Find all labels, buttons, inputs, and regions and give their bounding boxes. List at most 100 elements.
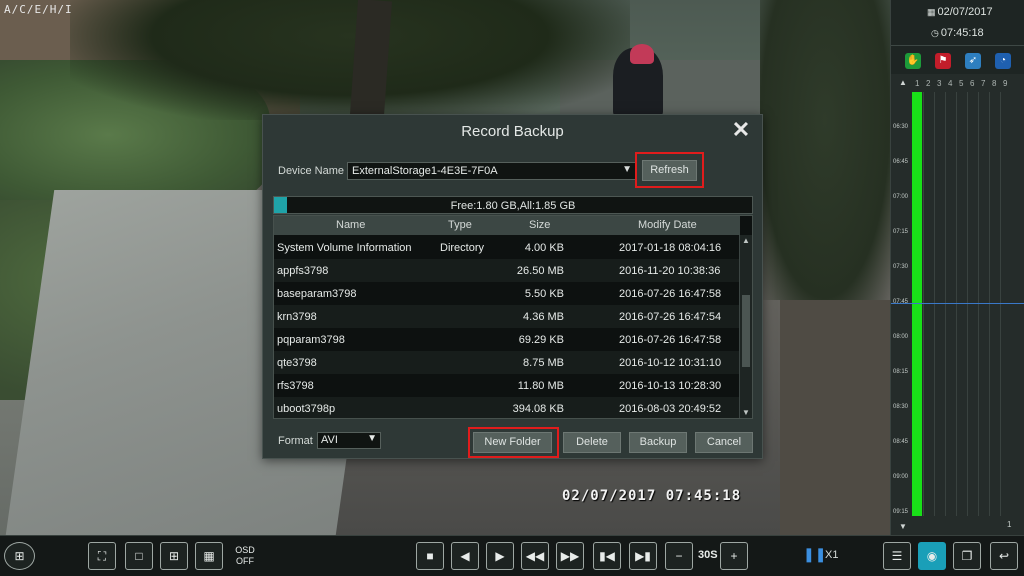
channel-track[interactable]	[956, 92, 967, 516]
time-tick: 08:15	[893, 369, 909, 375]
channel-number: 5	[959, 79, 964, 88]
next-frame-icon[interactable]: ▶▮	[629, 542, 657, 570]
file-row[interactable]: appfs3798 26.50 MB 2016-11-20 10:38:36	[274, 259, 740, 282]
list-icon[interactable]: ☰	[883, 542, 911, 570]
panel-divider	[891, 45, 1024, 46]
column-header-date[interactable]: Modify Date	[638, 219, 697, 231]
file-table-header: Name Type Size Modify Date	[274, 216, 740, 235]
pause-icon[interactable]: ❚❚	[803, 546, 826, 563]
channel-number: 1	[915, 79, 920, 88]
channel-track[interactable]	[978, 92, 989, 516]
new-folder-button[interactable]: New Folder	[473, 432, 552, 453]
channel-track[interactable]	[934, 92, 945, 516]
file-row[interactable]: pqparam3798 69.29 KB 2016-07-26 16:47:58	[274, 328, 740, 351]
capacity-text: Free:1.80 GB,All:1.85 GB	[450, 200, 576, 212]
delete-button[interactable]: Delete	[563, 432, 621, 453]
schedule-record-icon[interactable]: ◔	[995, 53, 1011, 69]
layout-4-icon[interactable]: ⊞	[160, 542, 188, 570]
time-tick: 09:00	[893, 474, 909, 480]
channel-number: 4	[948, 79, 953, 88]
capacity-bar: Free:1.80 GB,All:1.85 GB	[273, 196, 753, 214]
timeline[interactable]: ▲ 123456789 06:30 06:45 07:00 07:15 07:30 07:…	[891, 74, 1024, 535]
time-tick: 08:00	[893, 334, 909, 340]
manual-record-icon[interactable]: ✋	[905, 53, 921, 69]
calendar-icon: ▦	[927, 7, 936, 17]
file-row[interactable]: uboot3798p 394.08 KB 2016-08-03 20:49:52	[274, 397, 740, 418]
file-name: krn3798	[277, 311, 317, 323]
file-row[interactable]: rfs3798 11.80 MB 2016-10-13 10:28:30	[274, 374, 740, 397]
file-row[interactable]: krn3798 4.36 MB 2016-07-26 16:47:54	[274, 305, 740, 328]
file-date: 2016-10-12 10:31:10	[619, 357, 722, 369]
layout-9-icon[interactable]: ▦	[195, 542, 223, 570]
file-name: qte3798	[277, 357, 317, 369]
scroll-thumb[interactable]	[742, 295, 750, 367]
osd-toggle-button[interactable]: OSD OFF	[231, 542, 259, 570]
start-menu-icon[interactable]: ⊞	[4, 542, 35, 570]
format-value: AVI	[321, 434, 338, 446]
time-tick: 06:45	[893, 159, 909, 165]
file-size: 26.50 MB	[516, 265, 564, 277]
file-name: baseparam3798	[277, 288, 357, 300]
backup-mode-icon[interactable]: ◉	[918, 542, 946, 570]
channel-track[interactable]	[945, 92, 956, 516]
refresh-button[interactable]: Refresh	[642, 160, 697, 181]
column-header-name[interactable]: Name	[336, 219, 365, 231]
file-size: 8.75 MB	[523, 357, 564, 369]
channel-track[interactable]	[1000, 92, 1011, 516]
file-row[interactable]: qte3798 8.75 MB 2016-10-12 10:31:10	[274, 351, 740, 374]
timeline-cursor[interactable]	[891, 303, 1024, 304]
file-name: pqparam3798	[277, 334, 345, 346]
dialog-title: Record Backup	[461, 123, 564, 140]
fast-forward-icon[interactable]: ▶▶	[556, 542, 584, 570]
stop-icon[interactable]: ■	[416, 542, 444, 570]
play-icon[interactable]: ▶	[486, 542, 514, 570]
camera-label: A/C/E/H/I	[4, 3, 73, 16]
time-tick: 08:45	[893, 439, 909, 445]
channel-number: 9	[1003, 79, 1008, 88]
file-row[interactable]: System Volume Information Directory 4.00 K…	[274, 236, 740, 259]
scroll-down-icon[interactable]: ▼	[740, 407, 752, 418]
background-right-tree	[760, 0, 890, 300]
alarm-record-icon[interactable]: ⚑	[935, 53, 951, 69]
device-name-select[interactable]: ExternalStorage1-4E3E-7F0A ▼	[347, 162, 637, 180]
column-header-type[interactable]: Type	[448, 219, 472, 231]
file-table: Name Type Size Modify Date System Volume…	[273, 215, 753, 419]
rewind-icon[interactable]: ◀◀	[521, 542, 549, 570]
motion-record-icon[interactable]: ➶	[965, 53, 981, 69]
speed-value: X1	[825, 549, 839, 561]
format-select[interactable]: AVI ▼	[317, 432, 381, 449]
device-name-value: ExternalStorage1-4E3E-7F0A	[352, 165, 498, 177]
back-icon[interactable]: ↩	[990, 542, 1018, 570]
backup-button[interactable]: Backup	[629, 432, 687, 453]
channel-number: 7	[981, 79, 986, 88]
file-scrollbar[interactable]: ▲ ▼	[739, 235, 752, 418]
reverse-play-icon[interactable]: ◀	[451, 542, 479, 570]
time-tick: 07:15	[893, 229, 909, 235]
time-tick: 07:30	[893, 264, 909, 270]
channel-1-record-bar[interactable]	[912, 92, 922, 516]
snapshot-icon[interactable]: ❐	[953, 542, 981, 570]
previous-frame-icon[interactable]: ▮◀	[593, 542, 621, 570]
file-date: 2016-08-03 20:49:52	[619, 403, 722, 415]
layout-1-icon[interactable]: □	[125, 542, 153, 570]
timeline-up-icon[interactable]: ▲	[897, 78, 909, 89]
channel-track[interactable]	[967, 92, 978, 516]
right-panel: ▦ 02/07/2017 ◷ 07:45:18 ✋ ⚑ ➶ ◔ ▲ 12345678…	[890, 0, 1024, 535]
channel-track[interactable]	[989, 92, 1000, 516]
channel-track[interactable]	[923, 92, 934, 516]
timeline-down-icon[interactable]: ▼	[897, 522, 909, 533]
device-name-label: Device Name	[278, 165, 345, 177]
file-name: appfs3798	[277, 265, 329, 277]
channel-number: 8	[992, 79, 997, 88]
plus-icon[interactable]: +	[720, 542, 748, 570]
close-icon[interactable]: ✕	[730, 119, 752, 141]
file-date: 2016-07-26 16:47:54	[619, 311, 722, 323]
time-value: 07:45:18	[940, 27, 984, 39]
cancel-button[interactable]: Cancel	[695, 432, 753, 453]
minus-icon[interactable]: −	[665, 542, 693, 570]
column-header-size[interactable]: Size	[529, 219, 550, 231]
fullscreen-icon[interactable]: ⛶	[88, 542, 116, 570]
file-row[interactable]: baseparam3798 5.50 KB 2016-07-26 16:47:58	[274, 282, 740, 305]
scroll-up-icon[interactable]: ▲	[740, 235, 752, 247]
channel-number: 2	[926, 79, 931, 88]
